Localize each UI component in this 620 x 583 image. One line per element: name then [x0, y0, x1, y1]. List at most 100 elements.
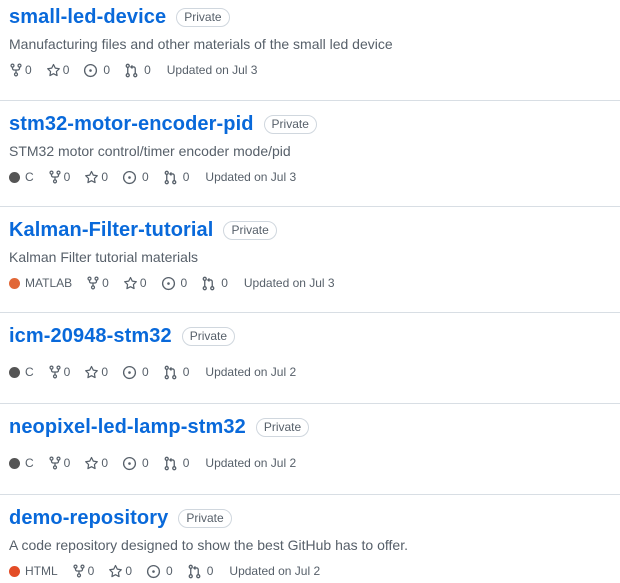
visibility-badge: Private [181, 326, 236, 346]
issues-link[interactable]: 0 [146, 564, 173, 579]
repository-item-stm32-motor-encoder-pid: stm32-motor-encoder-pid Private STM32 mo… [0, 111, 620, 207]
updated-date: Updated on Jul 3 [243, 276, 335, 290]
language-color-dot [9, 277, 20, 289]
issues-link[interactable]: 0 [161, 276, 188, 291]
issue-opened-icon [122, 170, 139, 185]
git-pull-request-icon [163, 456, 180, 471]
repository-title-row: Kalman-Filter-tutorial Private [9, 217, 620, 243]
language-name: HTML [25, 564, 58, 578]
repo-forked-icon [72, 564, 88, 578]
issue-opened-icon [83, 63, 100, 78]
forks-link[interactable]: 0 [9, 63, 32, 77]
language-item: HTML [9, 564, 58, 578]
issues-count: 0 [180, 276, 188, 290]
repository-name-link[interactable]: icm-20948-stm32 [9, 325, 172, 348]
git-pull-request-icon [163, 170, 180, 185]
stars-count: 0 [125, 564, 133, 578]
repo-forked-icon [86, 276, 102, 290]
forks-link[interactable]: 0 [48, 365, 71, 379]
repository-item-icm-20948-stm32: icm-20948-stm32 Private C 0 0 0 0 Update… [0, 323, 620, 404]
repository-name-link[interactable]: small-led-device [9, 6, 166, 29]
star-icon [108, 564, 125, 579]
repository-item-demo-repository: demo-repository Private A code repositor… [0, 505, 620, 583]
git-pull-request-icon [187, 564, 204, 579]
git-pull-request-icon [201, 276, 218, 291]
repository-meta: MATLAB 0 0 0 0 Updated on Jul 3 [9, 273, 620, 293]
forks-count: 0 [63, 170, 71, 184]
pulls-link[interactable]: 0 [201, 276, 228, 291]
repository-title-row: demo-repository Private [9, 505, 620, 531]
visibility-badge: Private [255, 417, 310, 437]
issues-count: 0 [142, 456, 149, 470]
stars-link[interactable]: 0 [84, 170, 108, 185]
repository-item-kalman-filter-tutorial: Kalman-Filter-tutorial Private Kalman Fi… [0, 217, 620, 313]
issues-count: 0 [103, 63, 111, 77]
language-color-dot [9, 366, 20, 378]
forks-count: 0 [63, 365, 71, 379]
language-color-dot [9, 171, 20, 183]
visibility-badge: Private [178, 508, 232, 528]
repository-description: A code repository designed to show the b… [9, 537, 408, 553]
stars-link[interactable]: 0 [84, 456, 108, 471]
repository-name-link[interactable]: Kalman-Filter-tutorial [9, 219, 213, 242]
star-icon [84, 170, 101, 185]
repository-name-link[interactable]: demo-repository [9, 507, 168, 530]
issues-link[interactable]: 0 [122, 170, 149, 185]
language-item: C [9, 170, 34, 184]
repository-name-link[interactable]: stm32-motor-encoder-pid [9, 113, 254, 136]
star-icon [84, 365, 101, 380]
repository-title-row: small-led-device Private [9, 4, 620, 30]
forks-link[interactable]: 0 [86, 276, 109, 290]
stars-link[interactable]: 0 [46, 63, 70, 78]
stars-count: 0 [101, 456, 109, 470]
git-pull-request-icon [124, 63, 141, 78]
issues-link[interactable]: 0 [122, 456, 149, 471]
pulls-link[interactable]: 0 [163, 170, 190, 185]
updated-date: Updated on Jul 3 [166, 63, 258, 77]
pulls-count: 0 [182, 365, 190, 379]
stars-count: 0 [101, 170, 109, 184]
issue-opened-icon [161, 276, 178, 291]
repository-meta: C 0 0 0 [9, 167, 620, 187]
forks-link[interactable]: 0 [48, 456, 71, 470]
forks-link[interactable]: 0 [72, 564, 94, 578]
stars-count: 0 [62, 63, 70, 77]
visibility-badge: Private [223, 220, 277, 240]
issues-link[interactable]: 0 [122, 365, 149, 380]
forks-link[interactable]: 0 [48, 170, 71, 184]
repo-forked-icon [48, 365, 64, 379]
stars-count: 0 [101, 365, 109, 379]
updated-date: Updated on Jul 3 [205, 170, 297, 184]
pulls-count: 0 [182, 170, 190, 184]
pulls-link[interactable]: 0 [163, 365, 190, 380]
forks-count: 0 [63, 456, 71, 470]
pulls-link[interactable]: 0 [163, 456, 189, 471]
star-icon [123, 276, 140, 291]
repository-name-link[interactable]: neopixel-led-lamp-stm32 [9, 416, 246, 439]
pulls-count: 0 [144, 63, 151, 77]
issue-opened-icon [122, 456, 139, 471]
pulls-link[interactable]: 0 [187, 564, 213, 579]
issues-count: 0 [166, 564, 173, 578]
pulls-link[interactable]: 0 [124, 63, 151, 78]
stars-count: 0 [139, 276, 147, 290]
star-icon [84, 456, 101, 471]
issues-count: 0 [142, 365, 149, 379]
repository-description: Manufacturing files and other materials … [9, 36, 393, 52]
updated-date: Updated on Jul 2 [205, 365, 297, 379]
repository-meta: 0 0 0 0 Updated on Jul 3 [9, 60, 620, 80]
visibility-badge: Private [263, 114, 317, 134]
language-item: MATLAB [9, 276, 72, 290]
pulls-count: 0 [221, 276, 228, 290]
language-item: C [9, 365, 34, 379]
stars-link[interactable]: 0 [123, 276, 147, 291]
stars-link[interactable]: 0 [84, 365, 108, 380]
repository-title-row: stm32-motor-encoder-pid Private [9, 111, 620, 137]
language-color-dot [9, 457, 20, 469]
stars-link[interactable]: 0 [108, 564, 132, 579]
updated-date: Updated on Jul 2 [205, 456, 297, 470]
git-pull-request-icon [163, 365, 180, 380]
language-color-dot [9, 565, 20, 577]
repo-forked-icon [9, 63, 25, 77]
issues-link[interactable]: 0 [83, 63, 110, 78]
